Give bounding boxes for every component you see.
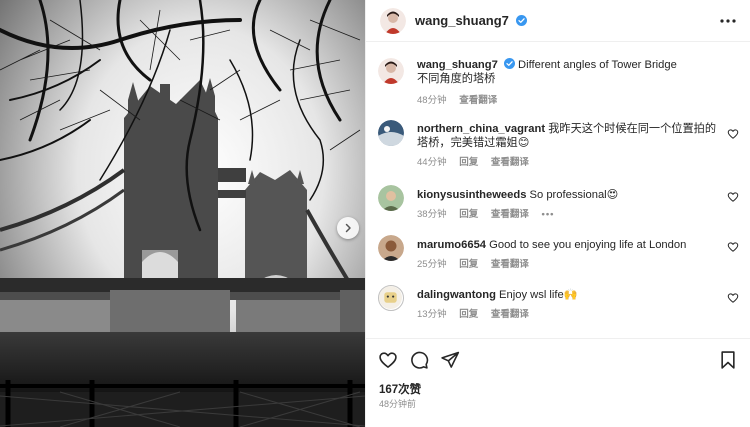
comment-meta: 25分钟 回复 查看翻译 [417, 258, 717, 272]
comment-text: So professional😍 [529, 189, 619, 201]
comment-username[interactable]: dalingwantong [417, 289, 496, 301]
author-avatar[interactable] [380, 8, 406, 34]
more-horizontal-icon [720, 19, 736, 23]
comment-time[interactable]: 44分钟 [417, 157, 447, 168]
comment-like-icon[interactable] [727, 241, 739, 253]
post-timestamp[interactable]: 48分钟前 [379, 397, 416, 410]
next-image-button[interactable] [337, 217, 359, 239]
verified-badge-icon [515, 15, 527, 26]
comment-see-translation[interactable]: 查看翻译 [491, 309, 529, 320]
comment-see-translation[interactable]: 查看翻译 [491, 259, 529, 270]
author-username-text[interactable]: wang_shuang7 [415, 13, 509, 28]
comment-avatar[interactable] [378, 235, 404, 261]
comment-like-icon[interactable] [727, 292, 739, 304]
post-actions: 167次赞 48分钟前 [366, 338, 750, 427]
comment-bubble-icon[interactable] [409, 350, 429, 370]
heart-icon[interactable] [378, 350, 398, 370]
caption-text-en: Different angles of Tower Bridge [518, 59, 677, 71]
paper-plane-icon[interactable] [440, 350, 460, 370]
comment-reply-button[interactable]: 回复 [459, 259, 478, 270]
comment-time[interactable]: 38分钟 [417, 209, 447, 220]
comment-avatar[interactable] [378, 185, 404, 211]
comment-username[interactable]: kionysusintheweeds [417, 189, 526, 201]
comment-text: Enjoy wsl life🙌 [499, 289, 578, 301]
caption-username[interactable]: wang_shuang7 [417, 59, 498, 71]
more-options-button[interactable] [718, 12, 738, 30]
caption-see-translation[interactable]: 查看翻译 [459, 95, 497, 106]
comment-username[interactable]: marumo6654 [417, 239, 486, 251]
likes-count[interactable]: 167次赞 [379, 381, 421, 397]
comment-body: northern_china_vagrant 我昨天这个时候在同一个位置拍的塔桥… [417, 122, 717, 170]
comment-body: dalingwantong Enjoy wsl life🙌 13分钟 回复 查看… [417, 288, 717, 322]
verified-badge-icon [503, 58, 515, 69]
author-username[interactable]: wang_shuang7 [415, 13, 527, 28]
comment-see-translation[interactable]: 查看翻译 [491, 209, 529, 220]
caption-meta: 48分钟 查看翻译 [417, 94, 717, 108]
comment-avatar[interactable] [378, 285, 404, 311]
comment-more-options[interactable]: ••• [542, 209, 555, 220]
comment-time[interactable]: 25分钟 [417, 259, 447, 270]
comment-like-icon[interactable] [727, 128, 739, 140]
comment-username[interactable]: northern_china_vagrant [417, 123, 545, 135]
caption-author-avatar[interactable] [378, 58, 404, 84]
caption-text-zh: 不同角度的塔桥 [417, 73, 496, 85]
bookmark-icon[interactable] [718, 350, 738, 370]
chevron-right-icon [345, 223, 351, 233]
comment-reply-button[interactable]: 回复 [459, 157, 478, 168]
comment-reply-button[interactable]: 回复 [459, 209, 478, 220]
post-photo[interactable] [0, 0, 365, 427]
comment-meta: 38分钟 回复 查看翻译 ••• [417, 208, 717, 222]
comment-avatar[interactable] [378, 120, 404, 146]
comment-reply-button[interactable]: 回复 [459, 309, 478, 320]
comment-meta: 13分钟 回复 查看翻译 [417, 308, 717, 322]
comment-time[interactable]: 13分钟 [417, 309, 447, 320]
post-side-panel: wang_shuang7 wang_shuang7 Different angl… [365, 0, 750, 427]
comment-meta: 44分钟 回复 查看翻译 [417, 156, 717, 170]
comment-text: Good to see you enjoying life at London [489, 239, 687, 251]
caption-body: wang_shuang7 Different angles of Tower B… [417, 58, 717, 108]
comment-like-icon[interactable] [727, 191, 739, 203]
comment-body: kionysusintheweeds So professional😍 38分钟… [417, 188, 717, 222]
tower-bridge-photo [0, 0, 365, 427]
caption-time[interactable]: 48分钟 [417, 95, 447, 106]
post-header: wang_shuang7 [366, 0, 750, 42]
comment-see-translation[interactable]: 查看翻译 [491, 157, 529, 168]
comment-body: marumo6654 Good to see you enjoying life… [417, 238, 717, 272]
